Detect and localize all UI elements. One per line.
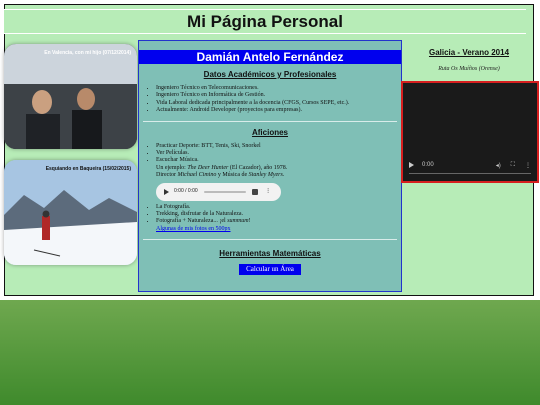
list-item: Ingeniero Técnico en Informática de Gest… bbox=[156, 92, 401, 99]
page-title: Mi Página Personal bbox=[4, 9, 526, 34]
list-item-music: Escuchar Música. Un ejemplo: The Deer Hu… bbox=[156, 157, 401, 201]
more-icon[interactable]: ⋮ bbox=[266, 188, 271, 195]
audio-player[interactable]: 0:00 / 0:00 ⋮ bbox=[156, 182, 281, 201]
calculate-area-button[interactable]: Calcular un Área bbox=[239, 264, 301, 276]
more-icon[interactable]: ⋮ bbox=[525, 162, 531, 169]
math-title: Herramientas Matemáticas bbox=[219, 249, 321, 259]
academic-title: Datos Académicos y Profesionales bbox=[203, 70, 337, 79]
photo-caption: En Valencia, con mi hijo (07/12/2014) bbox=[44, 50, 131, 56]
music-prefix: y Música de bbox=[216, 172, 249, 179]
photo-caption: Esquiando en Baqueira (15/02/2015) bbox=[45, 166, 131, 172]
play-icon[interactable] bbox=[409, 162, 414, 168]
list-item-photography: Fotografía + Naturaleza... ¡el summum! A… bbox=[156, 218, 401, 233]
video-controls: 0:00 ◂) ⛶ ⋮ bbox=[409, 159, 531, 171]
photo-item-end: ! bbox=[248, 218, 251, 225]
list-item: Actualmente: Android Developer (proyecto… bbox=[156, 107, 401, 114]
hobbies-title: Aficiones bbox=[251, 127, 288, 137]
audio-progress-bar[interactable] bbox=[203, 190, 246, 193]
video-player[interactable]: 0:00 ◂) ⛶ ⋮ bbox=[401, 81, 539, 183]
list-item: Ver Películas. bbox=[156, 150, 401, 157]
volume-icon[interactable] bbox=[251, 188, 258, 195]
film-title: The Deer Hunter bbox=[187, 164, 229, 171]
divider bbox=[143, 239, 397, 241]
video-time: 0:00 bbox=[422, 162, 434, 168]
divider bbox=[143, 120, 397, 122]
play-icon[interactable] bbox=[164, 188, 169, 195]
photos-500px-link[interactable]: Algunas de mis fotos en 500px bbox=[156, 226, 231, 232]
video-title: Galicia - Verano 2014 bbox=[428, 48, 510, 57]
photo-valencia-image bbox=[4, 44, 137, 149]
composer-name: Stanley Myers bbox=[248, 172, 283, 179]
director-prefix: Director bbox=[156, 172, 178, 179]
profile-name: Damián Antelo Fernández bbox=[139, 50, 401, 64]
director-name: Michael Cimino bbox=[177, 172, 217, 179]
photo-item-text: Fotografía + Naturaleza... ¡el bbox=[156, 218, 228, 225]
profile-panel: Damián Antelo Fernández Datos Académicos… bbox=[138, 40, 402, 292]
audio-time: 0:00 / 0:00 bbox=[174, 187, 198, 194]
volume-icon[interactable]: ◂) bbox=[496, 162, 501, 169]
list-item: La Fotografía. bbox=[156, 204, 401, 211]
photo-baqueira: Esquiando en Baqueira (15/02/2015) bbox=[4, 160, 137, 265]
photo-item-emphasis: summum bbox=[227, 218, 249, 225]
academic-list: Ingeniero Técnico en Telecomunicaciones.… bbox=[139, 85, 401, 115]
music-example-prefix: Un ejemplo: bbox=[156, 164, 188, 171]
photo-valencia: En Valencia, con mi hijo (07/12/2014) bbox=[4, 44, 137, 149]
music-suffix: . bbox=[282, 172, 285, 179]
photo-baqueira-image bbox=[4, 160, 137, 265]
film-detail: (El Cazador), año 1978. bbox=[228, 164, 288, 171]
fullscreen-icon[interactable]: ⛶ bbox=[511, 162, 515, 169]
list-item-label: Escuchar Música. bbox=[156, 157, 199, 164]
hobbies-list: Practicar Deporte: BTT, Tenis, Ski, Snor… bbox=[139, 143, 401, 234]
video-subtitle: Ruta Os Muíños (Orense) bbox=[438, 66, 500, 72]
list-item: Practicar Deporte: BTT, Tenis, Ski, Snor… bbox=[156, 143, 401, 150]
video-progress-bar[interactable] bbox=[409, 173, 531, 174]
